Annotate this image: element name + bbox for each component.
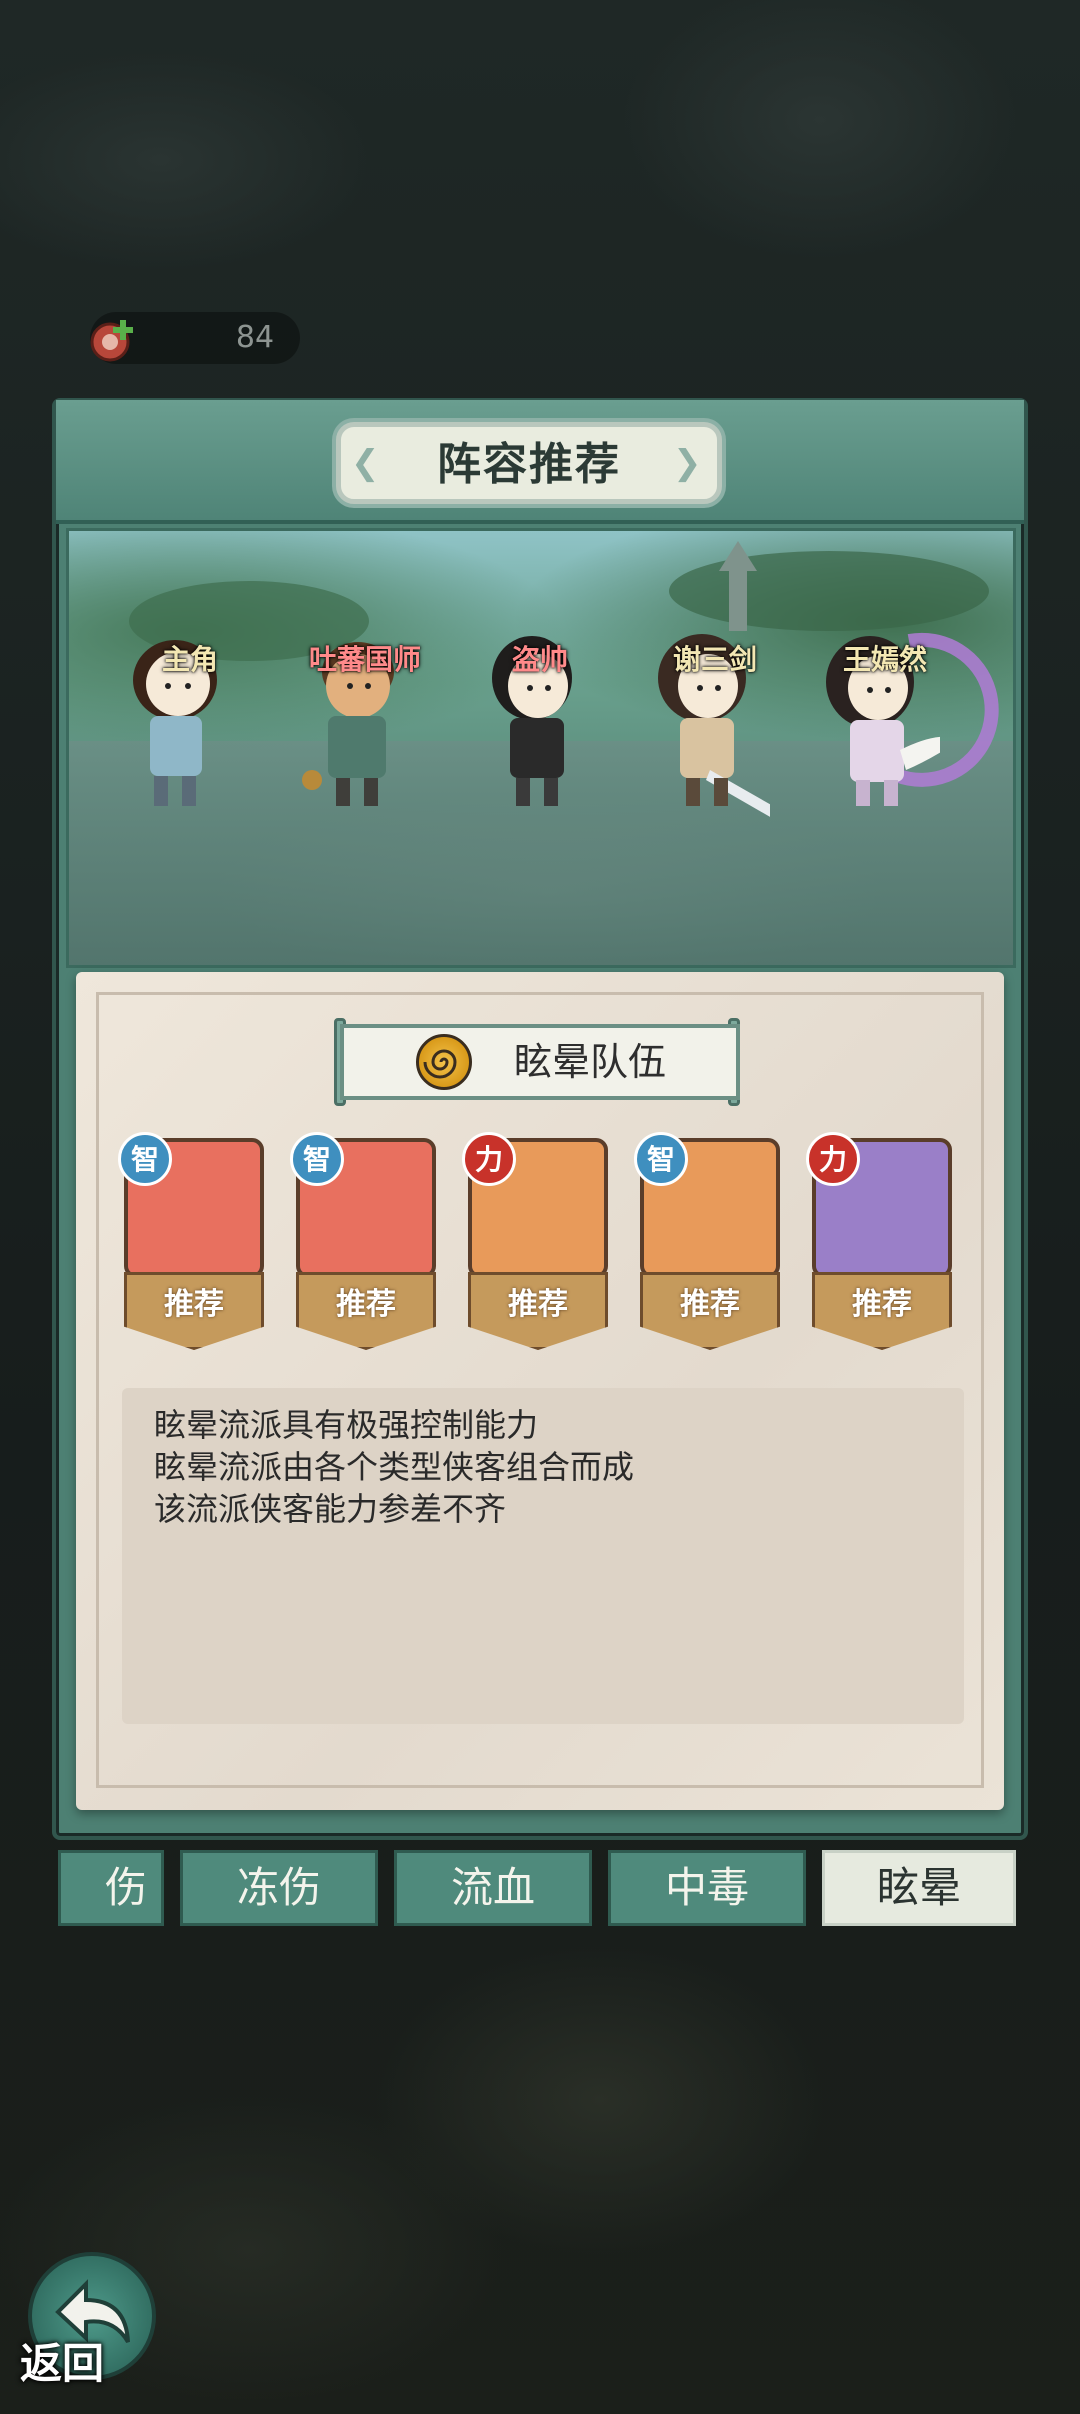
member-slot-2[interactable]: 智 推荐 (290, 1132, 436, 1352)
resource-value: 84 (235, 320, 275, 355)
hero-name-4: 谢三剑 (672, 643, 757, 676)
recommend-button[interactable]: 推荐 (124, 1272, 264, 1350)
attribute-badge: 智 (118, 1132, 172, 1186)
team-name: 眩晕队伍 (513, 1040, 666, 1084)
hero-name-3: 盗帅 (511, 643, 568, 676)
tab-shang[interactable]: 伤 (58, 1850, 164, 1926)
description-line-3: 该流派侠客能力参差不齐 (154, 1490, 507, 1528)
recommend-button[interactable]: 推荐 (468, 1272, 608, 1350)
tab-zhongdu[interactable]: 中毒 (608, 1850, 806, 1926)
meat-plus-icon (90, 320, 133, 362)
member-slot-1[interactable]: 智 推荐 (118, 1132, 264, 1352)
tab-liuxue[interactable]: 流血 (394, 1850, 592, 1926)
member-slot-4[interactable]: 智 推荐 (634, 1132, 780, 1352)
attribute-badge: 智 (290, 1132, 344, 1186)
recommend-button[interactable]: 推荐 (296, 1272, 436, 1350)
tab-xuanyun[interactable]: 眩晕 (822, 1850, 1016, 1926)
member-slot-3[interactable]: 力 推荐 (462, 1132, 608, 1352)
attribute-badge: 智 (634, 1132, 688, 1186)
panel-title: 阵容推荐 (437, 439, 621, 490)
recommend-button[interactable]: 推荐 (812, 1272, 952, 1350)
attribute-badge: 力 (806, 1132, 860, 1186)
hero-name-5: 王嫣然 (842, 643, 927, 676)
attribute-badge: 力 (462, 1132, 516, 1186)
member-slot-5[interactable]: 力 推荐 (806, 1132, 952, 1352)
description-line-2: 眩晕流派由各个类型侠客组合而成 (154, 1448, 635, 1486)
recommend-button[interactable]: 推荐 (640, 1272, 780, 1350)
hero-name-1: 主角 (161, 643, 218, 676)
hero-name-2: 吐蕃国师 (308, 643, 421, 676)
description-line-1: 眩晕流派具有极强控制能力 (154, 1406, 539, 1444)
swirl-stun-icon (416, 1034, 472, 1090)
tab-dongshang[interactable]: 冻伤 (180, 1850, 378, 1926)
back-label[interactable]: 返回 (20, 2336, 140, 2392)
